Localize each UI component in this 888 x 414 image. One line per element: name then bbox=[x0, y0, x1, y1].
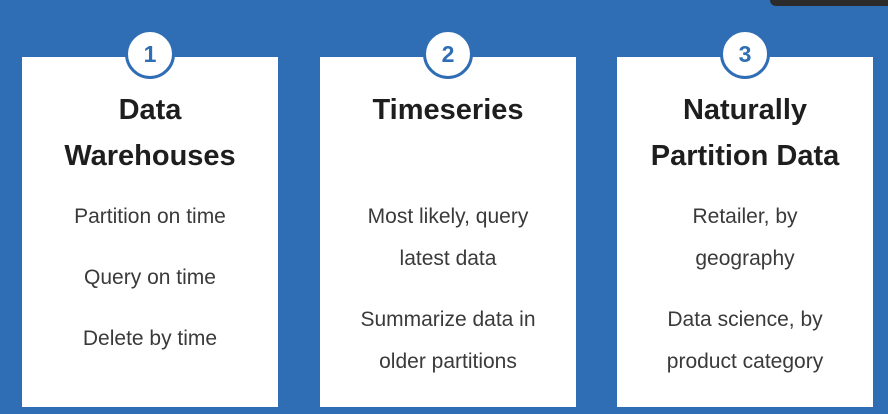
list-item-text: Retailer, by bbox=[692, 205, 798, 228]
window-top-bar bbox=[770, 0, 888, 6]
card-title: Naturally Partition Data bbox=[617, 87, 873, 179]
list-item-text: product category bbox=[666, 350, 824, 373]
list-item: Most likely, query latest data bbox=[320, 196, 576, 280]
list-item: Query on time bbox=[22, 257, 278, 299]
number-badge: 3 bbox=[720, 29, 770, 79]
card-title-line: Partition Data bbox=[650, 140, 840, 172]
card-items: Partition on time Query on time Delete b… bbox=[22, 196, 278, 379]
list-item-text: Query on time bbox=[84, 266, 216, 289]
list-item-text: older partitions bbox=[379, 350, 517, 373]
card-title-line: Warehouses bbox=[64, 140, 236, 172]
card-title: Data Warehouses bbox=[22, 87, 278, 179]
list-item: Retailer, by geography bbox=[617, 196, 873, 280]
card-timeseries: 2 Timeseries Most likely, query latest d… bbox=[320, 29, 576, 407]
number-badge: 2 bbox=[423, 29, 473, 79]
list-item-text: Data science, by bbox=[667, 308, 823, 331]
list-item-text: latest data bbox=[399, 247, 497, 270]
list-item: Summarize data in older partitions bbox=[320, 299, 576, 383]
list-item-text: Delete by time bbox=[82, 327, 218, 350]
list-item-text: geography bbox=[695, 247, 795, 270]
number-badge: 1 bbox=[125, 29, 175, 79]
list-item: Partition on time bbox=[22, 196, 278, 238]
list-item-text: Partition on time bbox=[74, 205, 226, 228]
list-item: Data science, by product category bbox=[617, 299, 873, 383]
card-items: Retailer, by geography Data science, by … bbox=[617, 196, 873, 402]
card-title-line: Timeseries bbox=[372, 94, 524, 126]
card-title-line: Naturally bbox=[682, 94, 808, 126]
card-items: Most likely, query latest data Summarize… bbox=[320, 196, 576, 402]
list-item-text: Summarize data in bbox=[360, 308, 536, 331]
list-item: Delete by time bbox=[22, 318, 278, 360]
card-title-line: Data bbox=[118, 94, 182, 126]
card-title: Timeseries bbox=[320, 87, 576, 133]
list-item-text: Most likely, query bbox=[367, 205, 529, 228]
card-naturally-partition-data: 3 Naturally Partition Data Retailer, by … bbox=[617, 29, 873, 407]
card-data-warehouses: 1 Data Warehouses Partition on time Quer… bbox=[22, 29, 278, 407]
